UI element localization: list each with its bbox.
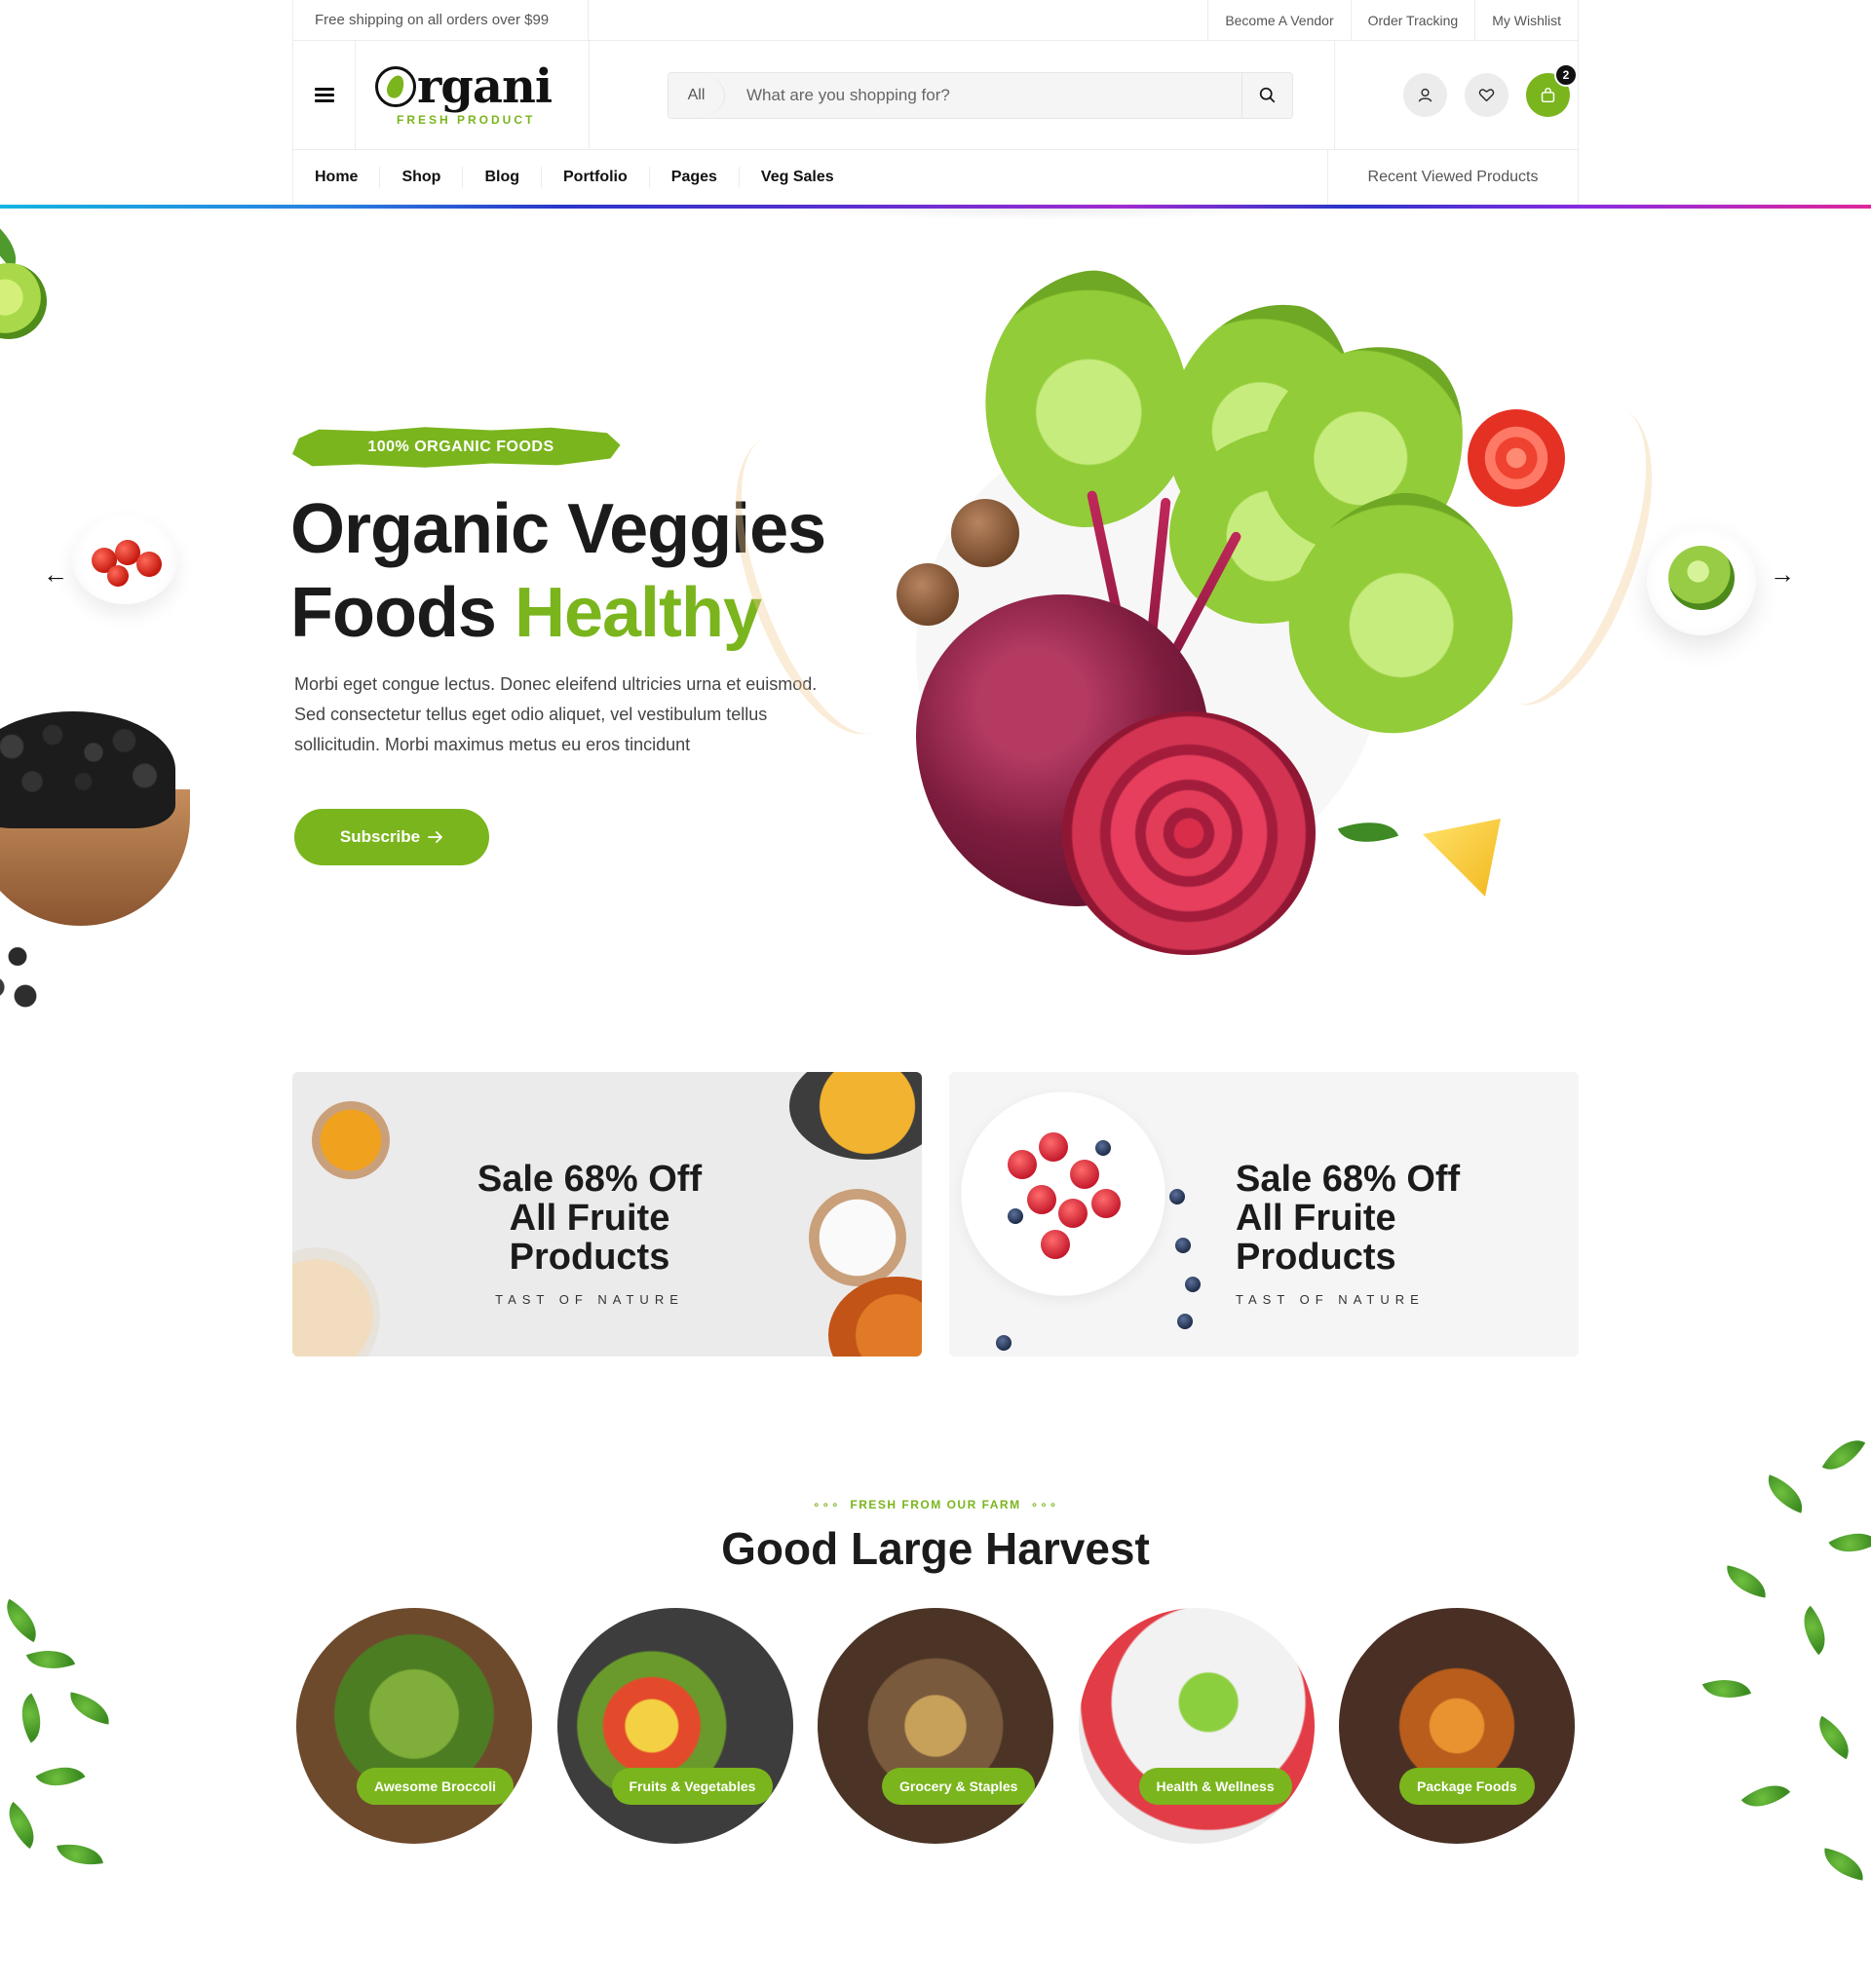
section-kicker: ∘∘∘ FRESH FROM OUR FARM ∘∘∘ — [812, 1498, 1059, 1511]
heart-icon — [1478, 89, 1495, 102]
wishlist-link[interactable]: My Wishlist — [1474, 0, 1578, 40]
shipping-notice: Free shipping on all orders over $99 — [293, 0, 590, 40]
prev-slide-thumb[interactable] — [72, 515, 177, 604]
user-icon — [1418, 88, 1432, 102]
top-bar: Free shipping on all orders over $99 Bec… — [292, 0, 1579, 41]
category-broccoli[interactable]: Awesome Broccoli — [296, 1608, 532, 1844]
category-health-wellness[interactable]: Health & Wellness — [1078, 1608, 1315, 1844]
cart-count-badge: 2 — [1554, 63, 1578, 87]
become-vendor-link[interactable]: Become A Vendor — [1207, 0, 1350, 40]
top-links: Become A Vendor Order Tracking My Wishli… — [1207, 0, 1578, 40]
nav-home[interactable]: Home — [293, 167, 381, 188]
main-header: rgani FRESH PRODUCT All 2 — [292, 41, 1579, 150]
category-list: Awesome Broccoli Fruits & Vegetables Gro… — [292, 1608, 1579, 1861]
category-label: Grocery & Staples — [882, 1768, 1036, 1805]
nav-veg-sales[interactable]: Veg Sales — [740, 167, 856, 188]
nav-pages[interactable]: Pages — [650, 167, 740, 188]
bag-icon — [1541, 88, 1555, 103]
subscribe-label: Subscribe — [339, 827, 421, 846]
category-label: Awesome Broccoli — [357, 1768, 515, 1805]
cart-button[interactable]: 2 — [1526, 63, 1578, 117]
section-kicker-text: FRESH FROM OUR FARM — [850, 1498, 1021, 1511]
search-category-select[interactable]: All — [668, 72, 725, 118]
search-icon — [1259, 87, 1276, 103]
search-input[interactable] — [725, 72, 1241, 118]
category-label: Health & Wellness — [1138, 1768, 1292, 1805]
promo-1-title: Sale 68% Off All Fruite Products — [429, 1160, 750, 1277]
promo-1-tagline: TAST OF NATURE — [495, 1292, 684, 1307]
left-branch-image — [0, 1598, 136, 1891]
subscribe-button[interactable]: Subscribe — [294, 809, 489, 865]
category-fruits-vegetables[interactable]: Fruits & Vegetables — [556, 1608, 793, 1844]
next-slide-thumb[interactable] — [1647, 526, 1756, 635]
promo-2-line1: Sale 68% Off — [1236, 1159, 1461, 1200]
header-actions: 2 — [1334, 41, 1578, 149]
hero-title-highlight: Healthy — [514, 574, 762, 652]
leaf-logo-icon — [375, 66, 416, 107]
section-title: Good Large Harvest — [721, 1523, 1150, 1574]
next-slide-arrow[interactable]: → — [1770, 561, 1795, 587]
promo-2-title: Sale 68% Off All Fruite Products — [1236, 1160, 1557, 1277]
nav-blog[interactable]: Blog — [463, 167, 542, 188]
wishlist-button[interactable] — [1465, 73, 1508, 117]
lime-image — [0, 222, 78, 351]
hero-description: Morbi eget congue lectus. Donec eleifend… — [294, 674, 818, 754]
organic-badge-text: 100% ORGANIC FOODS — [367, 439, 554, 455]
peppercorn-bowl-image — [0, 702, 195, 1013]
category-package-foods[interactable]: Package Foods — [1339, 1608, 1575, 1844]
promo-1-line1: Sale 68% Off — [477, 1159, 703, 1200]
promo-banner-spices[interactable]: Sale 68% Off All Fruite Products TAST OF… — [292, 1072, 922, 1357]
promo-2-line2: All Fruite Products — [1236, 1198, 1396, 1278]
promo-1-line2: All Fruite Products — [509, 1198, 670, 1278]
logo-tagline: FRESH PRODUCT — [397, 113, 536, 127]
promo-banner-berries[interactable]: Sale 68% Off All Fruite Products TAST OF… — [949, 1072, 1579, 1357]
nav-portfolio[interactable]: Portfolio — [542, 167, 650, 188]
account-button[interactable] — [1403, 73, 1447, 117]
logo-word: rgani — [417, 59, 553, 114]
nav-shadow — [789, 209, 1296, 220]
arrow-right-icon — [428, 831, 442, 843]
organic-badge: 100% ORGANIC FOODS — [292, 425, 624, 470]
category-grocery-staples[interactable]: Grocery & Staples — [818, 1608, 1053, 1844]
menu-icon[interactable] — [293, 41, 356, 149]
promo-2-tagline: TAST OF NATURE — [1236, 1292, 1425, 1307]
logo[interactable]: rgani FRESH PRODUCT — [356, 41, 590, 149]
prev-slide-arrow[interactable]: ← — [43, 561, 68, 587]
order-tracking-link[interactable]: Order Tracking — [1350, 0, 1475, 40]
hero-title-line2: Foods — [290, 574, 515, 652]
main-nav: Home Shop Blog Portfolio Pages Veg Sales… — [292, 150, 1579, 205]
category-label: Fruits & Vegetables — [611, 1768, 774, 1805]
nav-shop[interactable]: Shop — [380, 167, 464, 188]
category-label: Package Foods — [1399, 1768, 1535, 1805]
recent-viewed-products[interactable]: Recent Viewed Products — [1327, 150, 1578, 205]
beetroot-hero-image — [690, 256, 1698, 975]
right-branch-image — [1686, 1430, 1871, 1949]
search-button[interactable] — [1241, 72, 1292, 118]
search-bar: All — [668, 71, 1293, 119]
